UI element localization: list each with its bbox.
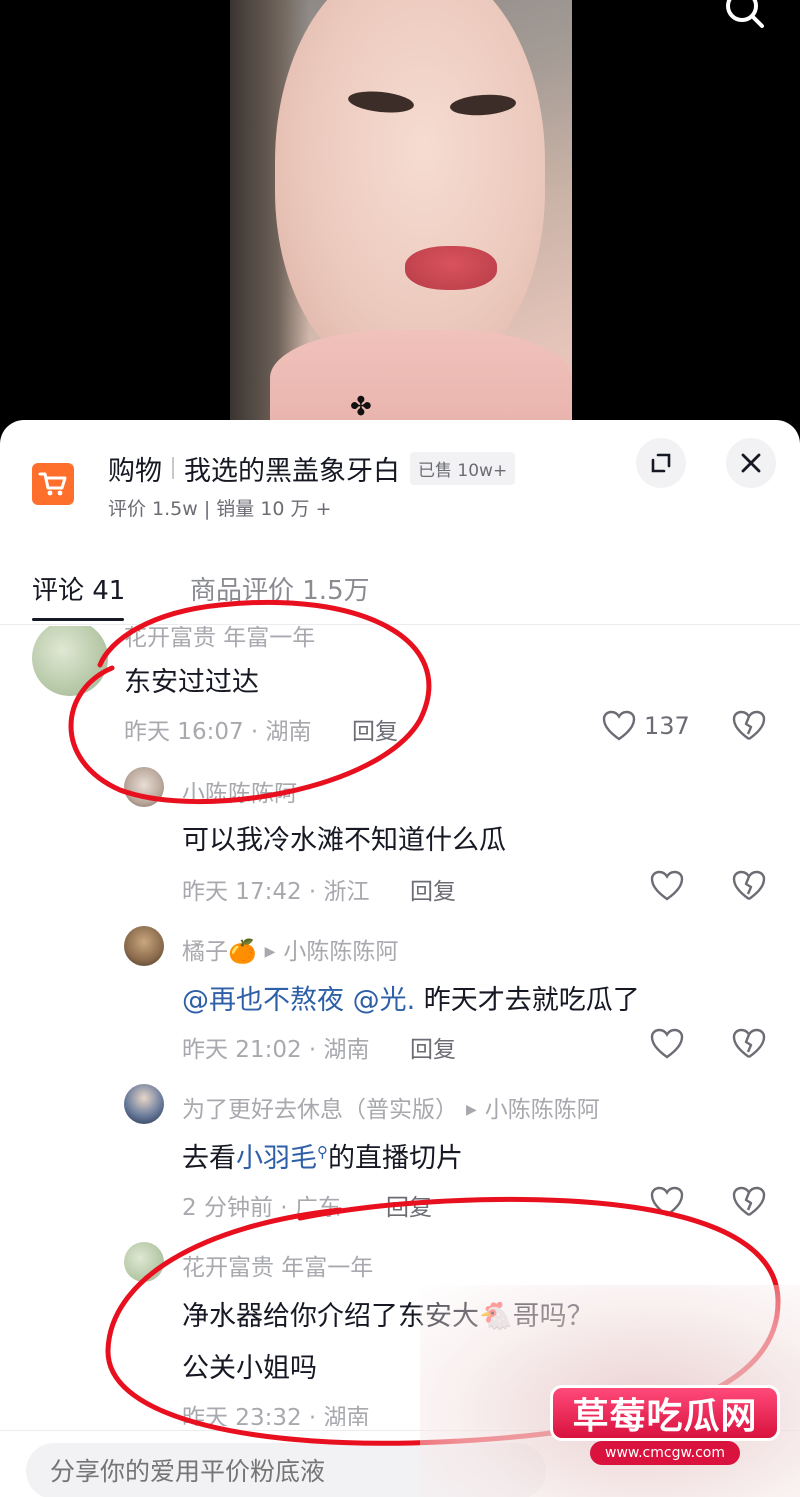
reply-button[interactable]: 回复 bbox=[410, 1030, 456, 1064]
avatar[interactable] bbox=[32, 626, 108, 696]
reply-to-user[interactable]: 小陈陈陈阿 bbox=[283, 939, 398, 965]
like-button[interactable] bbox=[650, 870, 684, 902]
product-bar[interactable]: 购物 我选的黑盖象牙白 已售 10w+ 评价 1.5w | 销量 10 万 + bbox=[0, 420, 800, 540]
comment-text: 东安过过达 bbox=[124, 667, 259, 698]
expand-icon bbox=[651, 453, 671, 473]
comment-author[interactable]: 为了更好去休息（普实版） bbox=[182, 1097, 458, 1123]
reply-arrow-icon: ▶ bbox=[264, 944, 276, 960]
broken-heart-icon bbox=[732, 1028, 766, 1058]
comment-time: 昨天 23:32 · 湖南 bbox=[182, 1405, 370, 1426]
close-icon bbox=[741, 453, 761, 473]
comment-author[interactable]: 橘子🍊 bbox=[182, 939, 257, 965]
comment-time: 2 分钟前 · 广东 bbox=[182, 1195, 341, 1221]
comment-text: @再也不熬夜 @光. 昨天才去就吃瓜了 bbox=[182, 978, 640, 1017]
comment-time: 昨天 17:42 · 浙江 bbox=[182, 879, 370, 905]
tab-bar: 评论 41 商品评价 1.5万 bbox=[0, 560, 800, 624]
video-frame: ✤ bbox=[230, 0, 572, 440]
reply-to-user[interactable]: 小陈陈陈阿 bbox=[485, 1097, 600, 1123]
search-icon[interactable] bbox=[720, 0, 768, 30]
divider bbox=[0, 624, 800, 625]
comment-text: 可以我冷水滩不知道什么瓜 bbox=[182, 825, 506, 856]
heart-icon bbox=[650, 1028, 684, 1059]
mention-link[interactable]: @光. bbox=[353, 985, 416, 1016]
video-player[interactable]: ✤ bbox=[0, 0, 800, 440]
comment-time: 昨天 16:07 · 湖南 bbox=[124, 719, 312, 745]
tab-active-indicator bbox=[32, 618, 124, 621]
dislike-button[interactable] bbox=[732, 1028, 766, 1064]
broken-heart-icon bbox=[732, 1186, 766, 1216]
watermark-title: 草莓吃瓜网 bbox=[550, 1385, 780, 1441]
avatar[interactable] bbox=[124, 1242, 164, 1282]
avatar[interactable] bbox=[124, 926, 164, 966]
video-face bbox=[275, 0, 545, 380]
heart-icon bbox=[602, 710, 636, 741]
reply-button[interactable]: 回复 bbox=[386, 1188, 432, 1222]
avatar[interactable] bbox=[124, 767, 164, 807]
comment-text-body: 昨天才去就吃瓜了 bbox=[415, 985, 640, 1016]
like-count: 137 bbox=[644, 712, 690, 740]
like-button[interactable] bbox=[650, 1028, 684, 1060]
comment-text-pre: 去看 bbox=[182, 1143, 236, 1174]
like-button[interactable] bbox=[650, 1186, 684, 1218]
product-label: 购物 bbox=[108, 455, 162, 487]
close-button[interactable] bbox=[726, 438, 776, 488]
avatar[interactable] bbox=[124, 1084, 164, 1124]
search-keyword-link[interactable]: 小羽毛 bbox=[236, 1143, 317, 1174]
title-divider bbox=[172, 457, 174, 479]
comment-text-line2: 公关小姐吗 bbox=[182, 1353, 317, 1384]
broken-heart-icon bbox=[732, 710, 766, 740]
heart-icon bbox=[650, 870, 684, 901]
comment-text: 去看小羽毛⚲的直播切片 bbox=[182, 1136, 463, 1175]
sold-badge: 已售 10w+ bbox=[410, 451, 516, 485]
tab-product-reviews[interactable]: 商品评价 1.5万 bbox=[190, 570, 370, 607]
dislike-button[interactable] bbox=[732, 710, 766, 746]
reply-button[interactable]: 回复 bbox=[410, 872, 456, 906]
comment-text-post: 的直播切片 bbox=[328, 1143, 463, 1174]
watermark: 草莓吃瓜网 www.cmcgw.com bbox=[420, 1285, 800, 1497]
comment-time: 昨天 21:02 · 湖南 bbox=[182, 1037, 370, 1063]
comment-author[interactable]: 花开富贵 年富一年 bbox=[124, 626, 315, 652]
tab-comments[interactable]: 评论 41 bbox=[32, 570, 125, 607]
comment-author-line: 为了更好去休息（普实版） ▶ 小陈陈陈阿 bbox=[182, 1090, 600, 1124]
comment-author[interactable]: 花开富贵 年富一年 bbox=[182, 1248, 373, 1282]
watermark-url: www.cmcgw.com bbox=[590, 1441, 740, 1465]
like-button[interactable]: 137 bbox=[602, 710, 690, 742]
broken-heart-icon bbox=[732, 870, 766, 900]
product-meta: 评价 1.5w | 销量 10 万 + bbox=[108, 498, 332, 520]
mention-link[interactable]: @再也不熬夜 bbox=[182, 985, 344, 1016]
product-title-row: 购物 我选的黑盖象牙白 已售 10w+ bbox=[108, 449, 516, 488]
comment-author[interactable]: 小陈陈陈阿 bbox=[182, 774, 297, 808]
reply-arrow-icon: ▶ bbox=[466, 1102, 477, 1118]
reply-button[interactable]: 回复 bbox=[352, 712, 398, 746]
video-lips bbox=[405, 246, 497, 290]
dislike-button[interactable] bbox=[732, 1186, 766, 1222]
jacket-logo-icon: ✤ bbox=[350, 392, 372, 422]
product-name[interactable]: 我选的黑盖象牙白 bbox=[184, 449, 400, 488]
comment-author-line: 橘子🍊 ▶ 小陈陈陈阿 bbox=[182, 932, 398, 966]
watermark-logo: 草莓吃瓜网 www.cmcgw.com bbox=[550, 1385, 780, 1467]
search-small-icon[interactable]: ⚲ bbox=[317, 1143, 328, 1161]
expand-button[interactable] bbox=[636, 438, 686, 488]
dislike-button[interactable] bbox=[732, 870, 766, 906]
heart-icon bbox=[650, 1186, 684, 1217]
cart-icon[interactable] bbox=[32, 463, 74, 505]
